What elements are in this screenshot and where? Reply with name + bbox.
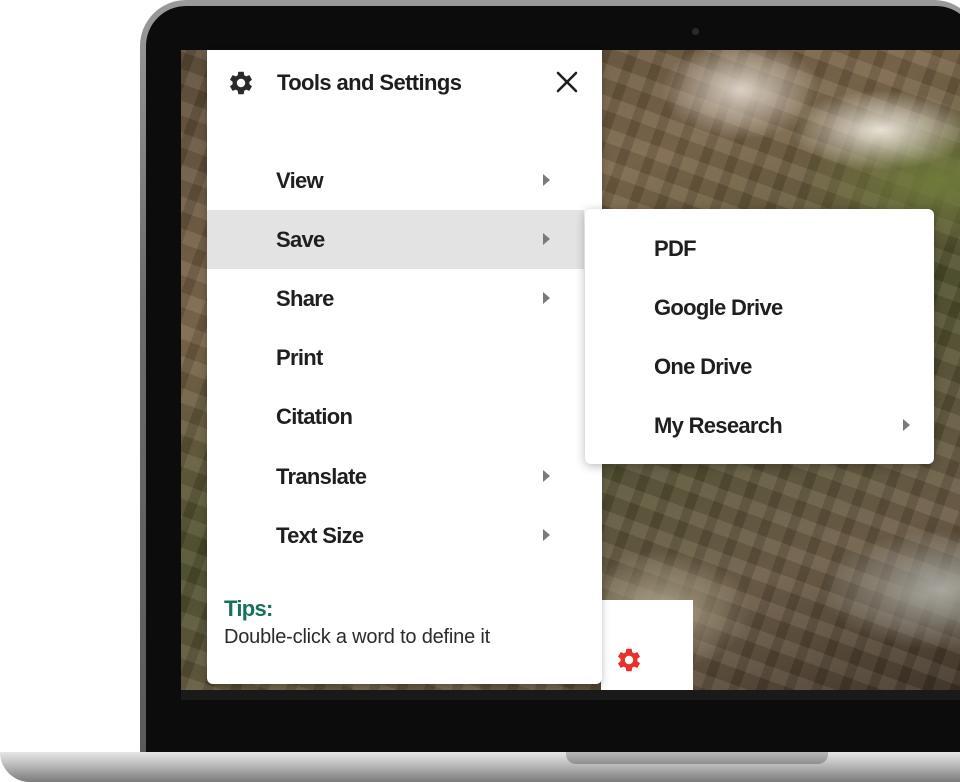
- tips-title: Tips:: [224, 596, 273, 621]
- submenu-item-label: Google Drive: [654, 294, 783, 320]
- menu-item-label: Print: [276, 344, 323, 370]
- menu-item-citation[interactable]: Citation: [207, 387, 584, 446]
- submenu-item-label: PDF: [654, 235, 697, 261]
- menu-item-label: Save: [276, 226, 325, 252]
- caret-right-icon: [543, 174, 550, 186]
- menu-item-translate[interactable]: Translate: [207, 447, 584, 506]
- menu-item-label: Translate: [276, 463, 367, 489]
- submenu-item-google-drive[interactable]: Google Drive: [585, 278, 934, 337]
- menu-item-label: View: [276, 167, 324, 193]
- menu-item-label: Text Size: [276, 522, 364, 548]
- caret-right-icon: [543, 529, 550, 541]
- caret-right-icon: [543, 470, 550, 482]
- tips-section: Tips: Double-click a word to define it: [224, 596, 594, 650]
- menu-item-print[interactable]: Print: [207, 328, 584, 387]
- caret-right-icon: [543, 292, 550, 304]
- submenu-item-label: My Research: [654, 412, 783, 438]
- menu-item-text-size[interactable]: Text Size: [207, 506, 584, 565]
- save-submenu: PDF Google Drive One Drive My Research: [585, 209, 934, 464]
- submenu-item-pdf[interactable]: PDF: [585, 219, 934, 278]
- panel-title: Tools and Settings: [277, 70, 462, 95]
- laptop-hinge-notch: [566, 752, 828, 764]
- menu-item-label: Citation: [276, 403, 353, 429]
- caret-right-icon: [543, 233, 550, 245]
- submenu-item-my-research[interactable]: My Research: [585, 396, 934, 455]
- panel-header: Tools and Settings: [207, 50, 602, 120]
- tips-text: Double-click a word to define it: [224, 626, 490, 648]
- menu-item-view[interactable]: View: [207, 151, 584, 210]
- submenu-item-one-drive[interactable]: One Drive: [585, 337, 934, 396]
- submenu-item-label: One Drive: [654, 353, 752, 379]
- menu-item-label: Share: [276, 285, 334, 311]
- gear-icon: [230, 71, 252, 95]
- menu-item-save[interactable]: Save: [207, 210, 584, 269]
- menu-item-share[interactable]: Share: [207, 269, 584, 328]
- screen-bottom-edge: [181, 690, 960, 700]
- camera-icon: [692, 28, 699, 35]
- tools-settings-panel: Tools and Settings View Save Share Print…: [207, 50, 602, 684]
- close-icon[interactable]: [551, 66, 583, 98]
- tools-toggle-button[interactable]: [601, 600, 693, 690]
- caret-right-icon: [903, 419, 910, 431]
- gear-icon[interactable]: [615, 646, 643, 674]
